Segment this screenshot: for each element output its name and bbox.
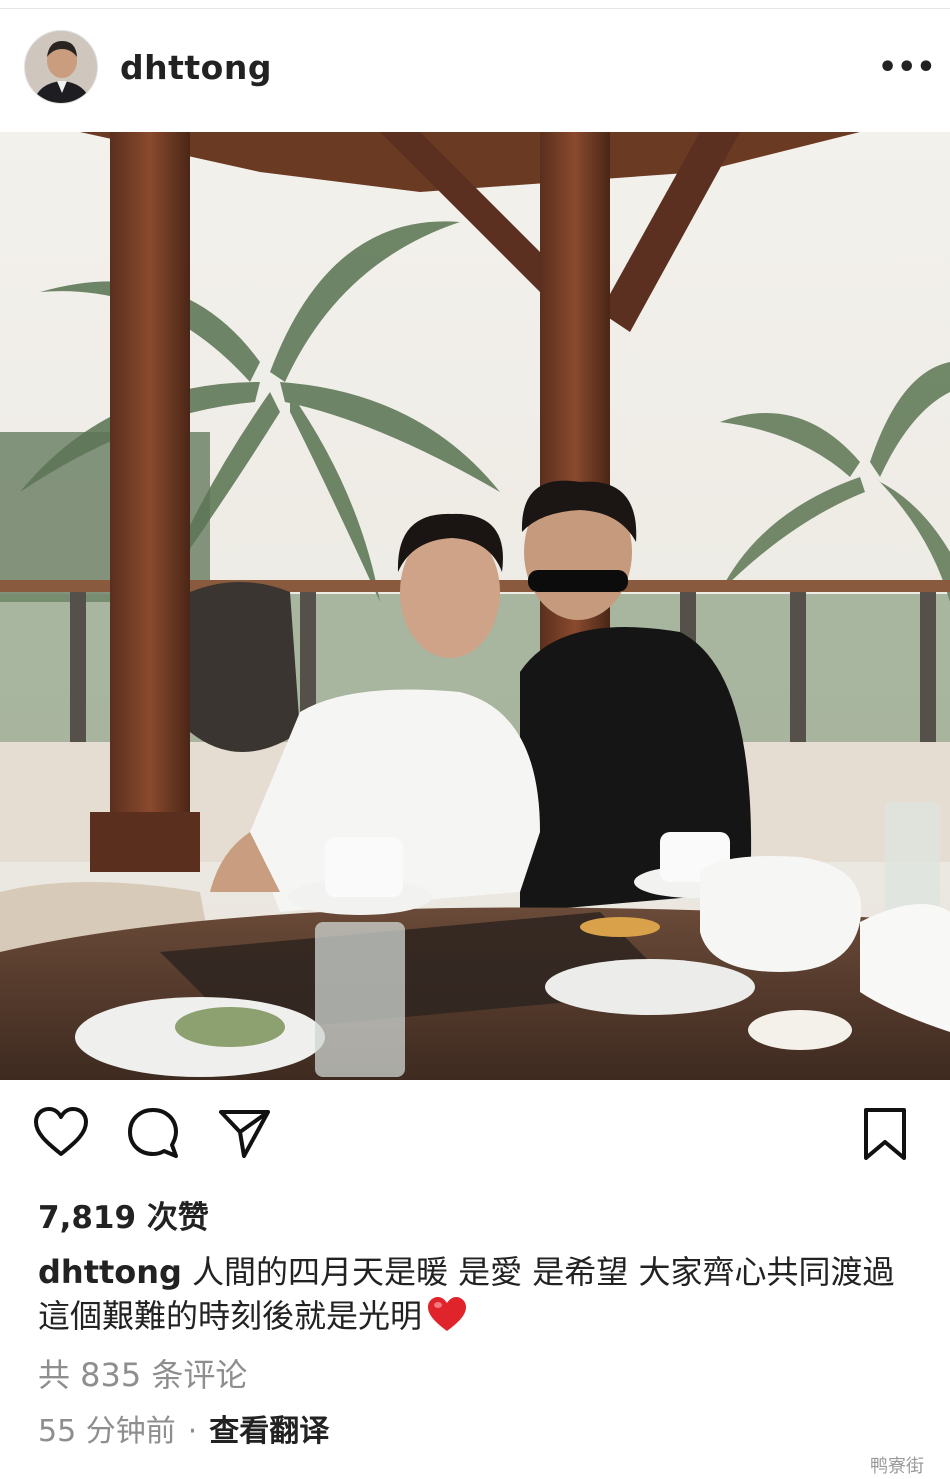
heart-icon[interactable] (32, 1104, 90, 1162)
comment-icon[interactable] (124, 1104, 182, 1162)
avatar[interactable] (24, 30, 98, 104)
more-icon[interactable]: ••• (878, 50, 936, 90)
caption-username[interactable]: dhttong (38, 1253, 182, 1291)
post-header: dhttong ••• (0, 20, 950, 124)
username[interactable]: dhttong (120, 48, 272, 87)
view-comments-link[interactable]: 共 835 条评论 (38, 1350, 247, 1396)
post-photo[interactable] (0, 132, 950, 1080)
send-icon[interactable] (216, 1104, 274, 1162)
watermark: 鸭寮街 (870, 1456, 924, 1477)
post-meta: 55 分钟前 · 查看翻译 (38, 1406, 329, 1450)
action-bar (0, 1104, 950, 1168)
like-count[interactable]: 7,819 次赞 (38, 1192, 209, 1237)
meta-separator: · (187, 1414, 198, 1449)
top-divider (0, 8, 950, 9)
heart-emoji (426, 1295, 468, 1344)
translate-link[interactable]: 查看翻译 (209, 1414, 329, 1449)
bookmark-icon[interactable] (858, 1104, 916, 1162)
post-time: 55 分钟前 (38, 1414, 176, 1449)
caption: dhttong 人間的四月天是暖 是愛 是希望 大家齊心共同渡過這個艱難的時刻後就… (38, 1250, 918, 1344)
